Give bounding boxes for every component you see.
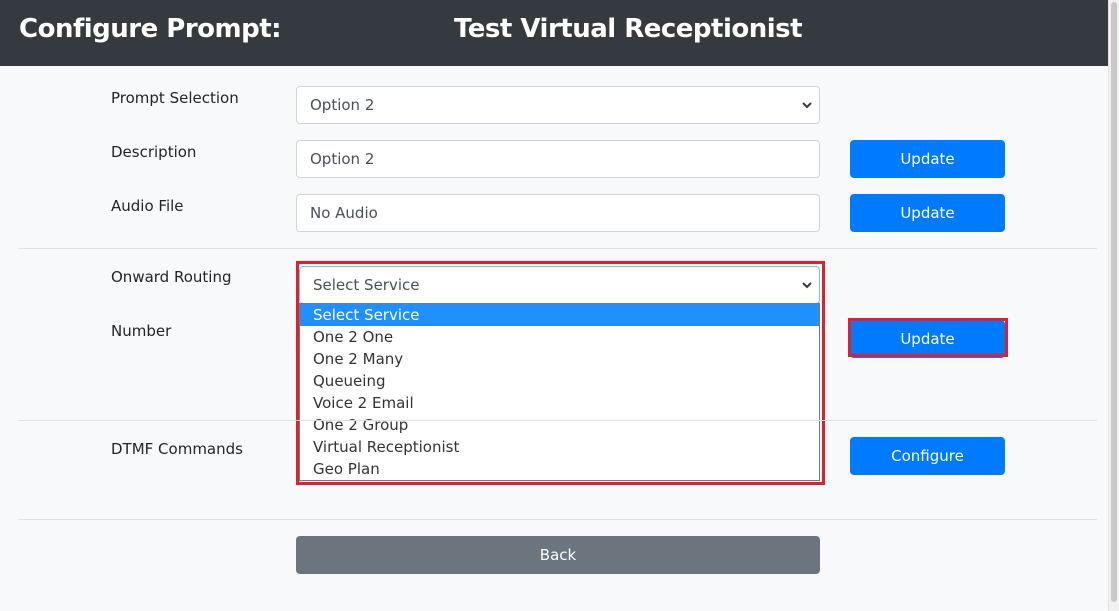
scrollbar[interactable] xyxy=(1108,0,1119,611)
onward-routing-options[interactable]: Select Service One 2 One One 2 Many Queu… xyxy=(299,303,820,481)
dtmf-configure-button[interactable]: Configure xyxy=(850,437,1005,475)
prompt-selection-label: Prompt Selection xyxy=(111,89,239,107)
option-queueing[interactable]: Queueing xyxy=(300,370,819,392)
page-title-label: Configure Prompt: xyxy=(19,14,282,44)
scrollbar-thumb[interactable] xyxy=(1111,2,1117,602)
description-label: Description xyxy=(111,143,197,161)
number-update-button[interactable]: Update xyxy=(850,320,1005,358)
dtmf-label: DTMF Commands xyxy=(111,440,243,458)
divider xyxy=(19,420,1097,421)
audio-file-label: Audio File xyxy=(111,197,184,215)
divider xyxy=(19,519,1097,520)
onward-routing-select[interactable]: Select Service xyxy=(299,266,820,304)
back-button[interactable]: Back xyxy=(296,536,820,574)
onward-routing-label: Onward Routing xyxy=(111,268,232,286)
option-one-2-one[interactable]: One 2 One xyxy=(300,326,819,348)
audio-file-input[interactable]: No Audio xyxy=(296,194,820,232)
page-header: Configure Prompt: Test Virtual Reception… xyxy=(0,0,1108,66)
chevron-down-icon xyxy=(802,282,812,289)
description-value: Option 2 xyxy=(310,150,375,168)
option-one-2-many[interactable]: One 2 Many xyxy=(300,348,819,370)
option-geo-plan[interactable]: Geo Plan xyxy=(300,458,819,480)
description-input[interactable]: Option 2 xyxy=(296,140,820,178)
option-virtual-receptionist[interactable]: Virtual Receptionist xyxy=(300,436,819,458)
page-title-name: Test Virtual Receptionist xyxy=(454,14,803,44)
prompt-selection-select[interactable]: Option 2 xyxy=(296,86,820,124)
chevron-down-icon xyxy=(802,102,812,109)
onward-routing-value: Select Service xyxy=(313,276,420,294)
option-one-2-group[interactable]: One 2 Group xyxy=(300,414,819,436)
description-update-button[interactable]: Update xyxy=(850,140,1005,178)
number-label: Number xyxy=(111,322,172,340)
audio-file-value: No Audio xyxy=(310,204,378,222)
divider xyxy=(19,248,1097,249)
option-select-service[interactable]: Select Service xyxy=(300,304,819,326)
option-voice-2-email[interactable]: Voice 2 Email xyxy=(300,392,819,414)
audio-file-update-button[interactable]: Update xyxy=(850,194,1005,232)
prompt-selection-value: Option 2 xyxy=(310,96,375,114)
